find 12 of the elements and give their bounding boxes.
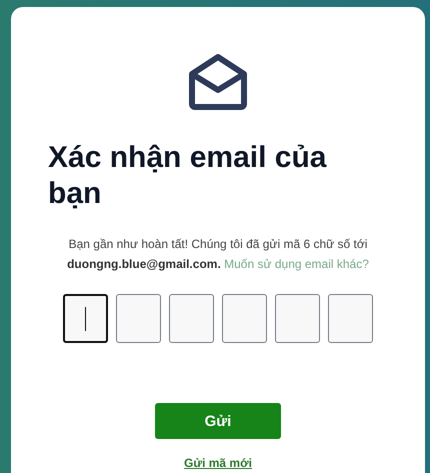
code-digit-field[interactable]	[222, 294, 267, 343]
code-digit-field[interactable]	[275, 294, 320, 343]
instruction-text: Bạn gần như hoàn tất! Chúng tôi đã gửi mã 6 chữ số tới duongng.blue@gmail.com. Muốn sử dụng email khác?	[66, 236, 370, 273]
code-digit-field[interactable]	[63, 294, 108, 343]
resend-code-link[interactable]: Gửi mã mới	[184, 456, 252, 470]
code-digit-field[interactable]	[169, 294, 214, 343]
submit-button[interactable]: Gửi	[155, 403, 281, 439]
code-digit-field[interactable]	[328, 294, 373, 343]
code-digit-field[interactable]	[116, 294, 161, 343]
heading: Xác nhận email của bạn	[48, 140, 328, 212]
change-email-link[interactable]: Muốn sử dụng email khác?	[224, 257, 369, 271]
envelope-icon	[188, 52, 248, 112]
